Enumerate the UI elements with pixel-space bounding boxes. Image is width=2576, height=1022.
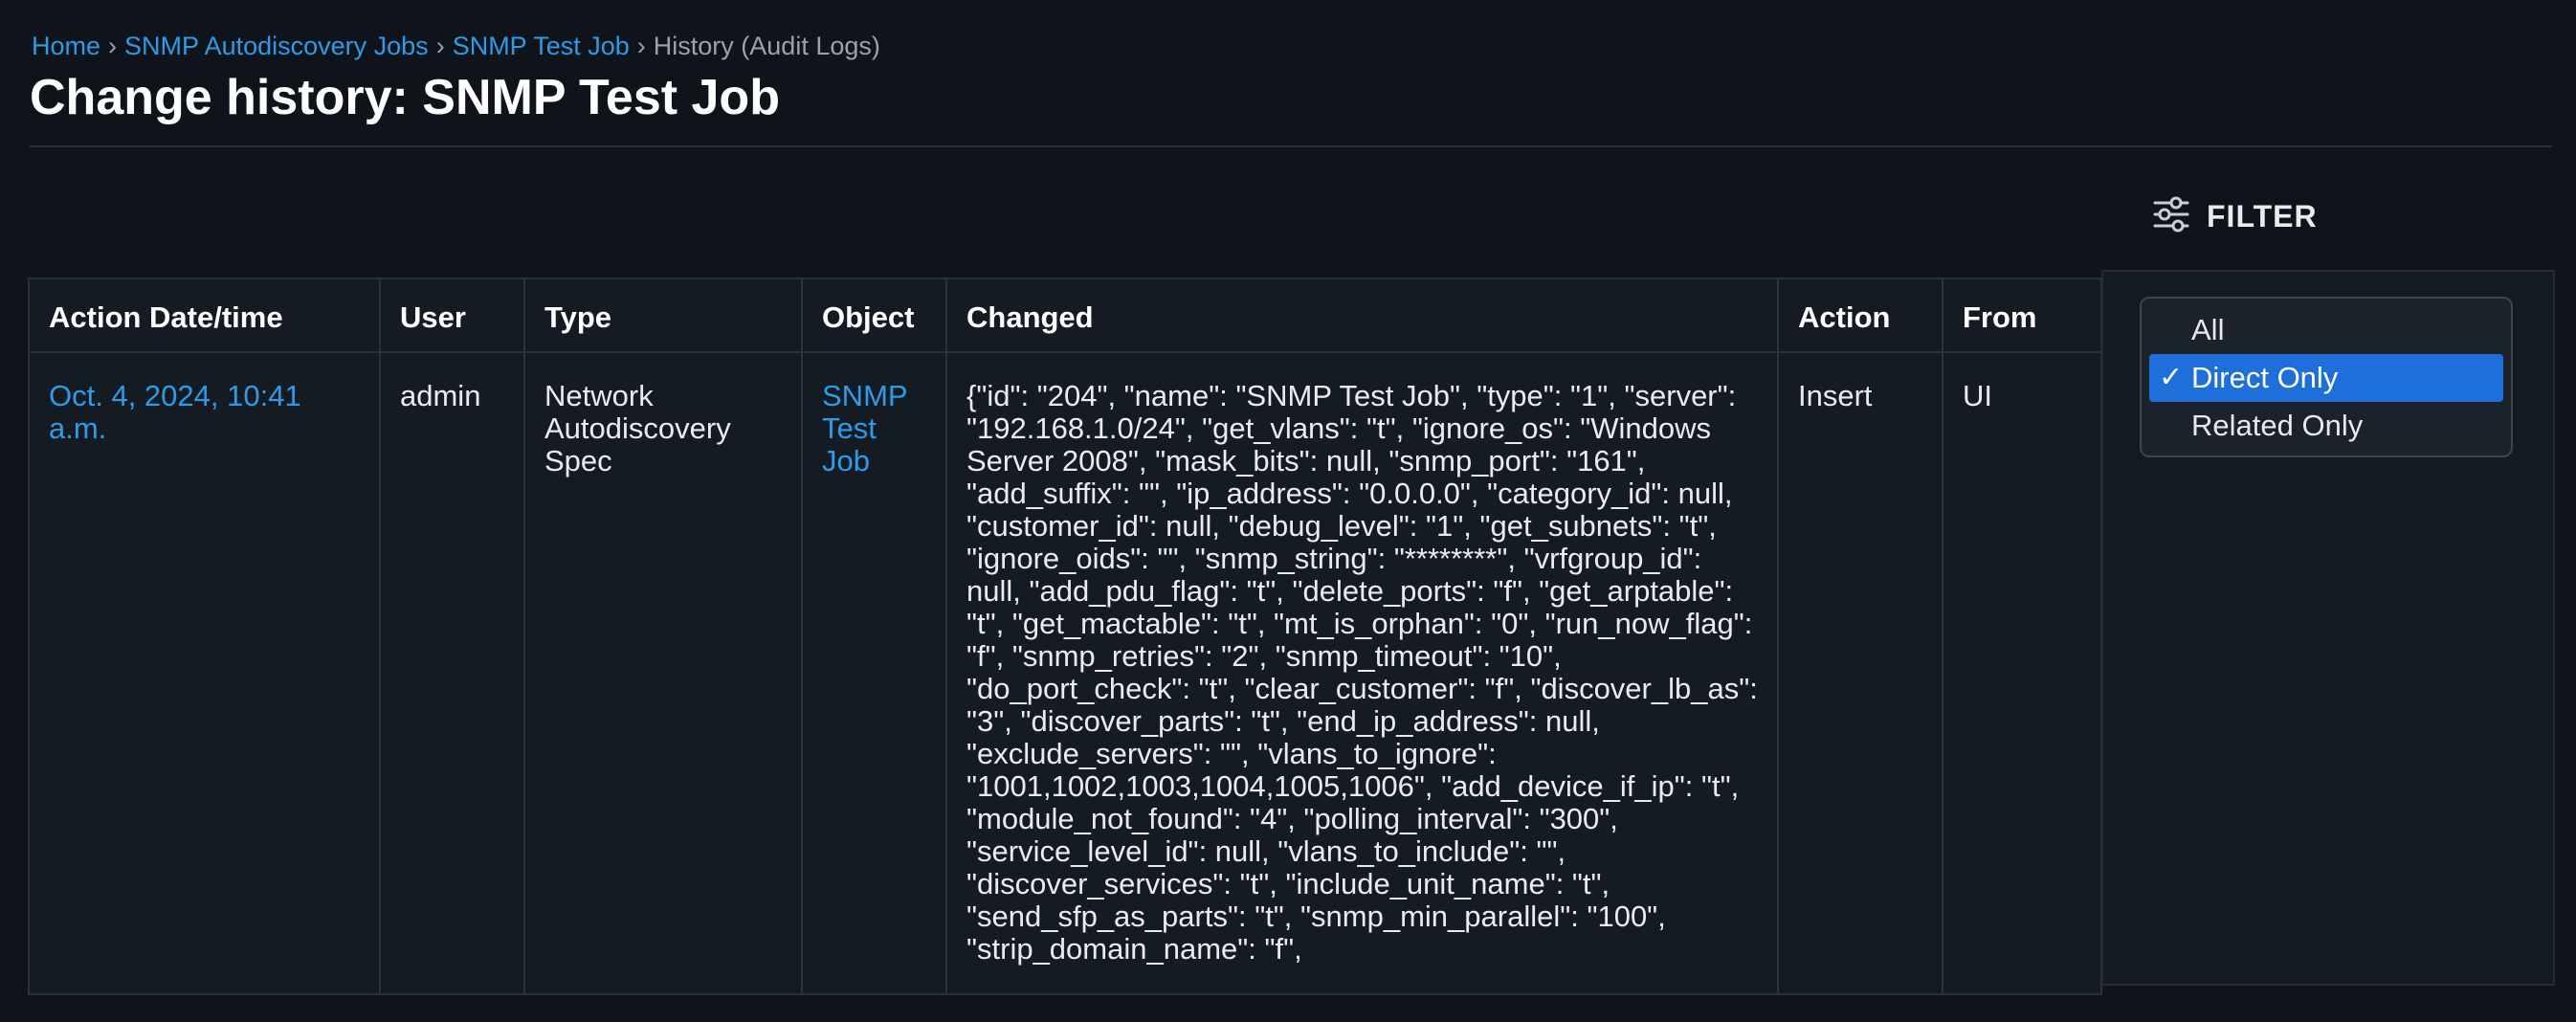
filter-label: FILTER bbox=[2207, 198, 2318, 233]
cell-user: admin bbox=[380, 352, 525, 993]
filter-select[interactable]: All ✓ Direct Only Related Only bbox=[2140, 297, 2513, 457]
column-header-action[interactable]: Action bbox=[1778, 279, 1943, 353]
history-table: Action Date/time User Type Object Change… bbox=[28, 278, 2102, 995]
filter-option-related-only[interactable]: Related Only bbox=[2149, 402, 2503, 450]
column-header-changed[interactable]: Changed bbox=[946, 279, 1779, 353]
sliders-icon bbox=[2151, 194, 2191, 239]
cell-object: SNMP Test Job bbox=[802, 352, 947, 993]
cell-from: UI bbox=[1963, 379, 1992, 412]
breadcrumb-separator: › bbox=[108, 32, 118, 60]
check-icon: ✓ bbox=[2159, 362, 2184, 393]
header-divider bbox=[30, 145, 2552, 147]
cell-type: Network Autodiscovery Spec bbox=[524, 352, 803, 993]
breadcrumb-separator: › bbox=[435, 32, 445, 60]
cell-datetime: Oct. 4, 2024, 10:41 a.m. bbox=[30, 352, 381, 993]
breadcrumb-current: History (Audit Logs) bbox=[653, 32, 880, 60]
column-header-datetime[interactable]: Action Date/time bbox=[30, 279, 381, 353]
column-header-object[interactable]: Object bbox=[802, 279, 947, 353]
object-link[interactable]: SNMP Test Job bbox=[822, 379, 907, 478]
breadcrumb-test-job-link[interactable]: SNMP Test Job bbox=[453, 32, 630, 60]
table-header-row: Action Date/time User Type Object Change… bbox=[30, 279, 2100, 353]
column-header-type[interactable]: Type bbox=[524, 279, 803, 353]
breadcrumb: Home › SNMP Autodiscovery Jobs › SNMP Test J… bbox=[32, 29, 880, 63]
filter-option-direct-only[interactable]: ✓ Direct Only bbox=[2149, 354, 2503, 402]
breadcrumb-home-link[interactable]: Home bbox=[32, 32, 100, 60]
breadcrumb-autodiscovery-jobs-link[interactable]: SNMP Autodiscovery Jobs bbox=[124, 32, 429, 60]
cell-action: Insert bbox=[1778, 352, 1943, 993]
table-row: Oct. 4, 2024, 10:41 a.m. admin Network A… bbox=[30, 352, 2100, 993]
column-header-from[interactable]: From bbox=[1943, 279, 2100, 353]
filter-option-all[interactable]: All bbox=[2149, 306, 2503, 354]
filter-button[interactable]: FILTER bbox=[2151, 191, 2318, 241]
page: Home › SNMP Autodiscovery Jobs › SNMP Test J… bbox=[0, 0, 2576, 1022]
filter-panel: All ✓ Direct Only Related Only bbox=[2101, 270, 2555, 986]
option-label: Direct Only bbox=[2191, 361, 2339, 394]
datetime-link[interactable]: Oct. 4, 2024, 10:41 a.m. bbox=[49, 379, 301, 445]
option-label: All bbox=[2191, 313, 2225, 346]
page-title: Change history: SNMP Test Job bbox=[30, 70, 780, 125]
option-label: Related Only bbox=[2191, 409, 2364, 442]
column-header-user[interactable]: User bbox=[380, 279, 525, 353]
cell-changed: {"id": "204", "name": "SNMP Test Job", "… bbox=[946, 352, 1779, 993]
breadcrumb-separator: › bbox=[636, 32, 646, 60]
